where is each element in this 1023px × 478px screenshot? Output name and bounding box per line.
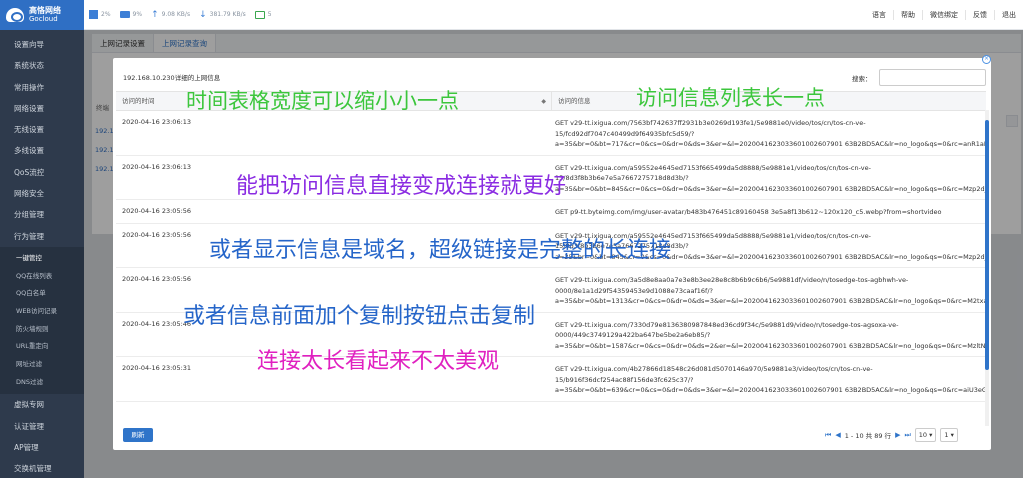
sidebar-subitem-one-click-control[interactable]: 一键管控 — [0, 250, 84, 268]
cell-time: 2020-04-16 23:06:13 — [122, 118, 192, 126]
download-speed: 381.79 KB/s — [209, 11, 246, 18]
brand-name-cn: 高恪网络 — [29, 6, 61, 15]
online-stat[interactable]: 5 — [254, 10, 272, 19]
download-arrow-icon: ↓ — [199, 9, 207, 20]
first-page-icon[interactable]: ⏮ — [825, 431, 831, 440]
wechat-bind-link[interactable]: 微信绑定 — [922, 10, 965, 20]
sidebar-item-vpn[interactable]: 虚拟专网 — [0, 394, 84, 415]
sidebar-item-setup-wizard[interactable]: 设置向导 — [0, 34, 84, 55]
memory-value: 9% — [132, 11, 143, 18]
monitor-icon — [254, 10, 265, 19]
info-line: GET v29-tt.ixigua.com/4b27866d18548c26d0… — [555, 365, 873, 373]
cell-info: GET v29-tt.ixigua.com/7563bf742637ff2931… — [552, 111, 986, 155]
annotation-3: 能把访问信息直接变成连接就更好 — [236, 174, 567, 199]
sidebar-item-network-security[interactable]: 网络安全 — [0, 183, 84, 204]
info-line: a=35&br=0&bt=1587&cr=0&cs=0&dr=0&ds=2&er… — [555, 341, 986, 350]
table-row: 2020-04-16 23:05:56 GET p9-tt.byteimg.com… — [116, 200, 986, 224]
info-line: a=35&br=0&bt=1313&cr=0&cs=0&dr=0&ds=3&er… — [555, 297, 986, 305]
cpu-icon — [89, 10, 98, 19]
table-scrollbar[interactable] — [985, 110, 989, 426]
sidebar-item-wireless-settings[interactable]: 无线设置 — [0, 119, 84, 140]
upload-speed: 9.08 KB/s — [161, 11, 191, 18]
cloud-logo-icon — [6, 8, 24, 22]
cpu-value: 2% — [101, 11, 111, 18]
sidebar-item-system-status[interactable]: 系统状态 — [0, 55, 84, 76]
info-line: a=35&br=0&bt=639&cr=0&cs=0&dr=0&ds=3&er=… — [555, 386, 986, 394]
info-line: GET p9-tt.byteimg.com/img/user-avatar/b4… — [555, 208, 942, 216]
scrollbar-thumb[interactable] — [985, 120, 989, 370]
refresh-button[interactable]: 刷新 — [123, 428, 153, 442]
cell-info: GET p9-tt.byteimg.com/img/user-avatar/b4… — [552, 200, 986, 223]
page-number-select[interactable]: 1 ▾ — [940, 428, 958, 442]
info-line: 0000/449c3749129a422ba647be5be2a6eb85/? — [555, 331, 711, 339]
modal-title: 192.168.10.230详细的上网信息 — [123, 74, 221, 82]
help-link[interactable]: 帮助 — [893, 10, 922, 20]
sidebar-item-ap-management[interactable]: AP管理 — [0, 437, 84, 458]
online-count: 5 — [267, 11, 272, 18]
sort-icon[interactable]: ◆ — [541, 92, 546, 111]
sidebar-item-switch-management[interactable]: 交换机管理 — [0, 458, 84, 478]
last-page-icon[interactable]: ⏭ — [904, 431, 910, 440]
sidebar-subitem-web-records[interactable]: WEB访问记录 — [0, 303, 84, 321]
info-line: a=35&br=0&bt=717&cr=0&cs=0&dr=0&ds=3&er=… — [555, 140, 986, 148]
info-line: 15/8d3f8b3b6e7e5a7667275718d8d3b/? — [555, 174, 689, 182]
cpu-stat: 2% — [89, 10, 111, 19]
table-row: 2020-04-16 23:06:13 GET v29-tt.ixigua.com… — [116, 111, 986, 156]
top-bar: 2% 9% ↑ 9.08 KB/s ↓ 381.79 KB/s 5 语言 帮助 … — [84, 0, 1023, 30]
page-size-select[interactable]: 10 ▾ — [914, 428, 937, 442]
info-line: a=35&br=0&bt=845&cr=0&cs=0&dr=0&ds=3&er=… — [555, 184, 986, 193]
sidebar-item-multiline-settings[interactable]: 多线设置 — [0, 140, 84, 161]
prev-page-icon[interactable]: ◀ — [835, 431, 840, 439]
language-menu[interactable]: 语言 — [865, 10, 893, 20]
brand-logo[interactable]: 高恪网络 Gocloud — [0, 0, 84, 30]
sidebar-subitem-firewall-rules[interactable]: 防火墙规则 — [0, 321, 84, 339]
sidebar-subitem-url-redirect[interactable]: URL重定向 — [0, 338, 84, 356]
sidebar-item-auth-management[interactable]: 认证管理 — [0, 416, 84, 437]
cell-info: GET v29-tt.ixigua.com/7330d79e8136380987… — [552, 313, 986, 357]
sidebar-item-network-settings[interactable]: 网络设置 — [0, 98, 84, 119]
memory-icon — [119, 11, 130, 18]
sidebar-item-common-ops[interactable]: 常用操作 — [0, 77, 84, 98]
next-page-icon[interactable]: ▶ — [895, 431, 900, 439]
annotation-4: 或者显示信息是域名，超级链接是完整的长连接 — [209, 238, 672, 263]
upload-stat: ↑ 9.08 KB/s — [151, 10, 190, 20]
annotation-5: 或者信息前面加个复制按钮点击复制 — [183, 304, 536, 329]
sidebar-subitem-qq-whitelist[interactable]: QQ白名单 — [0, 285, 84, 303]
upload-arrow-icon: ↑ — [151, 9, 159, 20]
memory-stat: 9% — [119, 11, 143, 18]
pagination: ⏮ ◀ 1 - 10 共 89 行 ▶ ⏭ 10 ▾ 1 ▾ — [825, 428, 958, 442]
cell-info: GET v29-tt.ixigua.com/3a5d8e8aa0a7e3e8b3… — [552, 268, 986, 312]
annotation-1: 时间表格宽度可以缩小小一点 — [186, 89, 459, 113]
download-stat: ↓ 381.79 KB/s — [199, 10, 246, 20]
annotation-2: 访问信息列表长一点 — [636, 86, 825, 110]
info-line: 15/b916f36dcf254ac88f156de3fc625c37/? — [555, 375, 694, 384]
sidebar-item-behavior-management[interactable]: 行为管理 — [0, 226, 84, 247]
info-line: GET v29-tt.ixigua.com/3a5d8e8aa0a7e3e8b3… — [555, 276, 909, 284]
info-line: 15/fcd92df7047c40499d9f64935bfc5d59/? — [555, 129, 695, 138]
annotation-6: 连接太长看起来不太美观 — [257, 349, 500, 374]
sidebar-subitem-qq-online[interactable]: QQ在线列表 — [0, 268, 84, 286]
info-line: GET v29-tt.ixigua.com/7330d79e8136380987… — [555, 320, 899, 329]
brand-name-en: Gocloud — [29, 15, 58, 23]
top-right-menu: 语言 帮助 微信绑定 反馈 退出 — [865, 0, 1023, 30]
info-line: GET v29-tt.ixigua.com/a59552e4645ed7153f… — [555, 163, 871, 172]
behavior-submenu: 一键管控 QQ在线列表 QQ白名单 WEB访问记录 防火墙规则 URL重定向 网… — [0, 246, 84, 395]
logout-link[interactable]: 退出 — [994, 10, 1023, 20]
cell-info: GET v29-tt.ixigua.com/a59552e4645ed7153f… — [552, 156, 986, 200]
table-row: 2020-04-16 23:05:31 GET v29-tt.ixigua.com… — [116, 357, 986, 402]
sidebar-item-qos[interactable]: QoS流控 — [0, 162, 84, 183]
info-line: GET v29-tt.ixigua.com/7563bf742637ff2931… — [555, 119, 866, 127]
pager-summary: 1 - 10 共 89 行 — [844, 432, 892, 440]
info-line: 0000/8e1a1d29f54359453e9d1088e73caaf16f/… — [555, 286, 713, 295]
sidebar-subitem-dns-filter[interactable]: DNS过滤 — [0, 374, 84, 392]
feedback-link[interactable]: 反馈 — [965, 10, 994, 20]
sidebar: 高恪网络 Gocloud 设置向导 系统状态 常用操作 网络设置 无线设置 多线… — [0, 0, 84, 478]
sidebar-subitem-url-filter[interactable]: 网址过滤 — [0, 356, 84, 374]
cell-info: GET v29-tt.ixigua.com/4b27866d18548c26d0… — [552, 357, 986, 401]
close-icon[interactable]: × — [982, 55, 991, 64]
sidebar-item-group-management[interactable]: 分组管理 — [0, 204, 84, 225]
cell-time: 2020-04-16 23:05:56 — [122, 207, 192, 215]
search-label: 搜索： — [852, 75, 872, 83]
search-input[interactable] — [879, 69, 986, 86]
